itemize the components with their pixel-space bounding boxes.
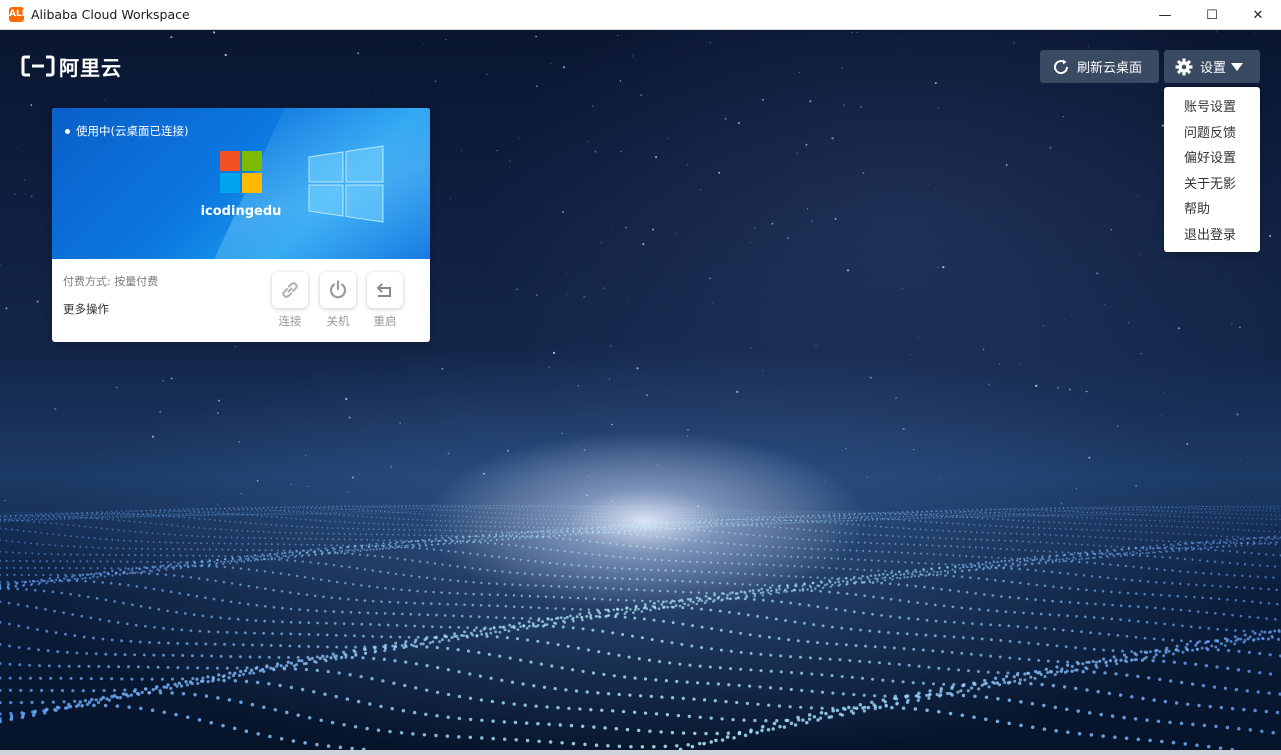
desktop-name: icodingedu [200,204,282,219]
billing-method: 付费方式: 按量付费 [63,275,159,288]
bottom-border [0,750,1281,755]
settings-dropdown-menu: 账号设置 问题反馈 偏好设置 关于无影 帮助 退出登录 [1164,87,1260,252]
logo-text: 阿里云 [59,55,122,80]
menu-item-about[interactable]: 关于无影 [1164,172,1260,198]
status-dot-icon [65,128,70,134]
shutdown-button-box[interactable] [320,272,356,308]
minimize-icon: — [1158,7,1172,23]
settings-button[interactable]: 设置 [1164,50,1260,83]
connect-label: 连接 [278,314,302,328]
restart-label: 重启 [373,314,397,328]
particle-wave-background [0,504,1281,750]
close-button[interactable]: ✕ [1235,0,1281,30]
cloud-desktop-card[interactable]: 使用中(云桌面已连接) icodingedu 付费方式: 按量付费 更多操作 连… [52,108,430,342]
restart-icon [376,283,391,297]
microsoft-logo-icon [220,151,262,193]
restart-button[interactable]: 重启 [367,272,403,329]
windows-logo-icon [308,145,384,223]
menu-item-logout[interactable]: 退出登录 [1164,223,1260,249]
maximize-button[interactable]: ☐ [1189,0,1235,30]
aliyun-logo-icon [21,55,55,77]
window-titlebar: ALI Alibaba Cloud Workspace — ☐ ✕ [0,0,1281,30]
desktop-preview[interactable]: 使用中(云桌面已连接) icodingedu [52,108,430,259]
settings-label: 设置 [1200,61,1227,76]
gear-icon [1175,58,1193,75]
menu-item-feedback[interactable]: 问题反馈 [1164,121,1260,147]
desktop-status: 使用中(云桌面已连接) [65,123,188,139]
close-icon: ✕ [1252,7,1264,23]
app-icon-text: ALI [9,9,26,19]
menu-item-account-settings[interactable]: 账号设置 [1164,95,1260,121]
refresh-desktop-label: 刷新云桌面 [1077,61,1143,76]
window-title: Alibaba Cloud Workspace [31,7,190,22]
app-icon: ALI [9,7,26,22]
aliyun-logo: 阿里云 [21,54,122,80]
refresh-icon [1054,59,1069,74]
desktop-status-text: 使用中(云桌面已连接) [76,124,189,138]
shutdown-label: 关机 [326,314,350,328]
refresh-desktop-button[interactable]: 刷新云桌面 [1040,50,1159,83]
link-icon [282,282,298,298]
more-operations-link[interactable]: 更多操作 [63,301,109,317]
shutdown-button[interactable]: 关机 [320,272,356,329]
menu-item-help[interactable]: 帮助 [1164,197,1260,223]
restart-button-box[interactable] [367,272,403,308]
power-icon [329,280,347,299]
connect-button[interactable]: 连接 [272,272,308,329]
minimize-button[interactable]: — [1142,0,1188,30]
menu-item-preferences[interactable]: 偏好设置 [1164,146,1260,172]
connect-button-box[interactable] [272,272,308,308]
maximize-icon: ☐ [1206,7,1218,23]
caret-down-icon [1231,62,1244,71]
